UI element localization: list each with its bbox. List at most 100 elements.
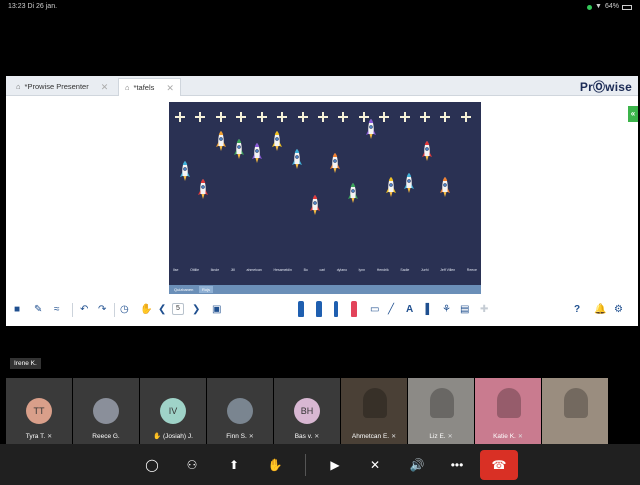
participant-name-label: Katie K. [493, 433, 516, 440]
document-icon: ⌂ [125, 82, 130, 92]
participant-tile[interactable] [542, 378, 608, 444]
bell-icon[interactable]: 🔔 [594, 302, 606, 318]
apple-icon[interactable]: ⚘ [442, 302, 451, 318]
shared-screen: ⌂ *Prowise Presenter ✕ ⌂ *tafels ✕ PrⓄwi… [6, 76, 638, 326]
student-name-label: Bo [303, 268, 308, 272]
share-icon[interactable]: ⬆ [225, 457, 243, 473]
rectangle-icon[interactable]: ▭ [370, 302, 379, 318]
student-name-label: Hendrik [376, 268, 389, 272]
expand-panel-button[interactable]: « [628, 106, 638, 122]
undo-icon[interactable]: ↶ [80, 302, 88, 318]
close-icon[interactable]: ✕ [101, 78, 109, 96]
mic-off-icon[interactable]: ✕ [366, 457, 384, 473]
pen-icon[interactable] [334, 301, 338, 317]
timer-icon[interactable]: ◷ [120, 302, 129, 318]
presentation-icon[interactable]: ▣ [212, 302, 221, 318]
rocket-icon [198, 179, 208, 199]
chart-icon[interactable]: ▐ [422, 302, 429, 318]
mic-muted-icon: ✕ [517, 434, 523, 440]
participant-name: Finn S. ✕ [207, 433, 273, 440]
redo-icon[interactable]: ↷ [98, 302, 106, 318]
presenter-toolbar: ■ ✎ ≈ ↶ ↷ ◷ ✋ ❮ 5 ❯ ▣ ▭ ╱ A ▐ ⚘ ▤ ✚ ? 🔔 [6, 298, 638, 322]
status-bar: 13:23 Di 26 jan. ▼ 64% [0, 0, 640, 14]
video-feed [497, 388, 521, 418]
controls-divider [305, 454, 306, 476]
rocket-icon [272, 131, 282, 151]
speaker-name: Irene K. [10, 358, 41, 369]
participant-tile[interactable]: Liz E. ✕ [408, 378, 474, 444]
raise-hand-icon[interactable]: ✋ [266, 457, 284, 473]
camera-icon[interactable]: ▶ [326, 457, 344, 473]
participant-name-label: Finn S. [226, 433, 247, 440]
marker-icon[interactable] [351, 301, 357, 317]
tab-prowise-presenter[interactable]: ⌂ *Prowise Presenter ✕ [10, 78, 114, 96]
mic-muted-icon: ✕ [314, 434, 320, 440]
participant-tile[interactable]: BH Bas v. ✕ [274, 378, 340, 444]
participant-tile[interactable]: Katie K. ✕ [475, 378, 541, 444]
chat-icon[interactable]: ◯ [143, 457, 161, 473]
star-icon [420, 112, 431, 122]
hangup-button[interactable]: ☎ [480, 450, 518, 480]
mic-muted-icon: ✕ [391, 434, 397, 440]
screen-capture-icon[interactable]: ▤ [460, 302, 469, 318]
add-icon[interactable]: ✚ [480, 302, 488, 318]
rocket-icon [422, 141, 432, 161]
participant-tile[interactable]: TT Tyra T. ✕ [6, 378, 72, 444]
raised-hand-icon: ✋ [153, 433, 163, 440]
whiteboard-canvas[interactable]: Ilse Ottilie Iknde Jill ahmetcan Hesameldin Bo… [169, 102, 481, 294]
edit-icon[interactable]: ✎ [34, 302, 42, 318]
participant-tile[interactable]: Finn S. ✕ [207, 378, 273, 444]
folder-icon[interactable]: ■ [14, 302, 20, 318]
toolbar-divider [114, 303, 115, 317]
participant-name: Ahmetcan E. ✕ [341, 433, 407, 440]
star-icon [236, 112, 247, 122]
mic-muted-icon: ✕ [47, 434, 53, 440]
avatar: IV [160, 398, 186, 424]
wifi-share-icon[interactable]: ≈ [54, 302, 60, 318]
participant-name: Katie K. ✕ [475, 433, 541, 440]
avatar: TT [26, 398, 52, 424]
star-icon [175, 112, 185, 122]
mic-muted-icon: ✕ [248, 434, 254, 440]
star-icon [460, 112, 471, 122]
participant-tile[interactable]: IV ✋ (Josiah) J. [140, 378, 206, 444]
line-icon[interactable]: ╱ [388, 302, 394, 318]
participant-name: Bas v. ✕ [274, 433, 340, 440]
text-icon[interactable]: A [406, 302, 413, 318]
student-name-label: Sadie [400, 268, 410, 272]
settings-icon[interactable]: ⚙ [614, 302, 623, 318]
next-page-icon[interactable]: ❯ [192, 302, 200, 318]
participant-tile[interactable]: Reece G. [73, 378, 139, 444]
participants-icon[interactable]: ⚇ [183, 457, 201, 473]
student-name-label: Iknde [210, 268, 220, 272]
screen: 13:23 Di 26 jan. ▼ 64% ⌂ *Prowise Presen… [0, 0, 640, 485]
more-icon[interactable]: ••• [448, 457, 466, 473]
avatar-photo [227, 398, 253, 424]
hand-icon[interactable]: ✋ [140, 302, 152, 318]
rojs-button[interactable]: Rojs [199, 286, 214, 293]
quizbanen-button[interactable]: Quizbanen [171, 286, 196, 293]
student-name-label: Jurhi [420, 268, 429, 272]
help-icon[interactable]: ? [574, 302, 580, 318]
tab-label: *tafels [133, 82, 155, 92]
pen-icon[interactable] [316, 301, 322, 317]
speaker-icon[interactable]: 🔊 [408, 457, 426, 473]
rocket-icon [330, 153, 340, 173]
participant-name-label: Liz E. [429, 433, 446, 440]
rocket-icon [310, 195, 320, 215]
participant-tile[interactable]: Ahmetcan E. ✕ [341, 378, 407, 444]
pen-icon[interactable] [298, 301, 304, 317]
prev-page-icon[interactable]: ❮ [158, 302, 166, 318]
student-name-label: carl [319, 268, 326, 272]
student-name-label: lynn [358, 268, 366, 272]
battery-percent: 64% [604, 3, 619, 10]
tab-tafels[interactable]: ⌂ *tafels ✕ [118, 78, 181, 96]
star-icon [317, 112, 328, 122]
video-feed [564, 388, 588, 418]
close-icon[interactable]: ✕ [166, 79, 174, 97]
student-name-label: Ottilie [190, 268, 200, 272]
participant-name: Liz E. ✕ [408, 433, 474, 440]
rocket-icon [366, 119, 376, 139]
page-number[interactable]: 5 [172, 303, 184, 315]
battery-icon [622, 4, 632, 10]
